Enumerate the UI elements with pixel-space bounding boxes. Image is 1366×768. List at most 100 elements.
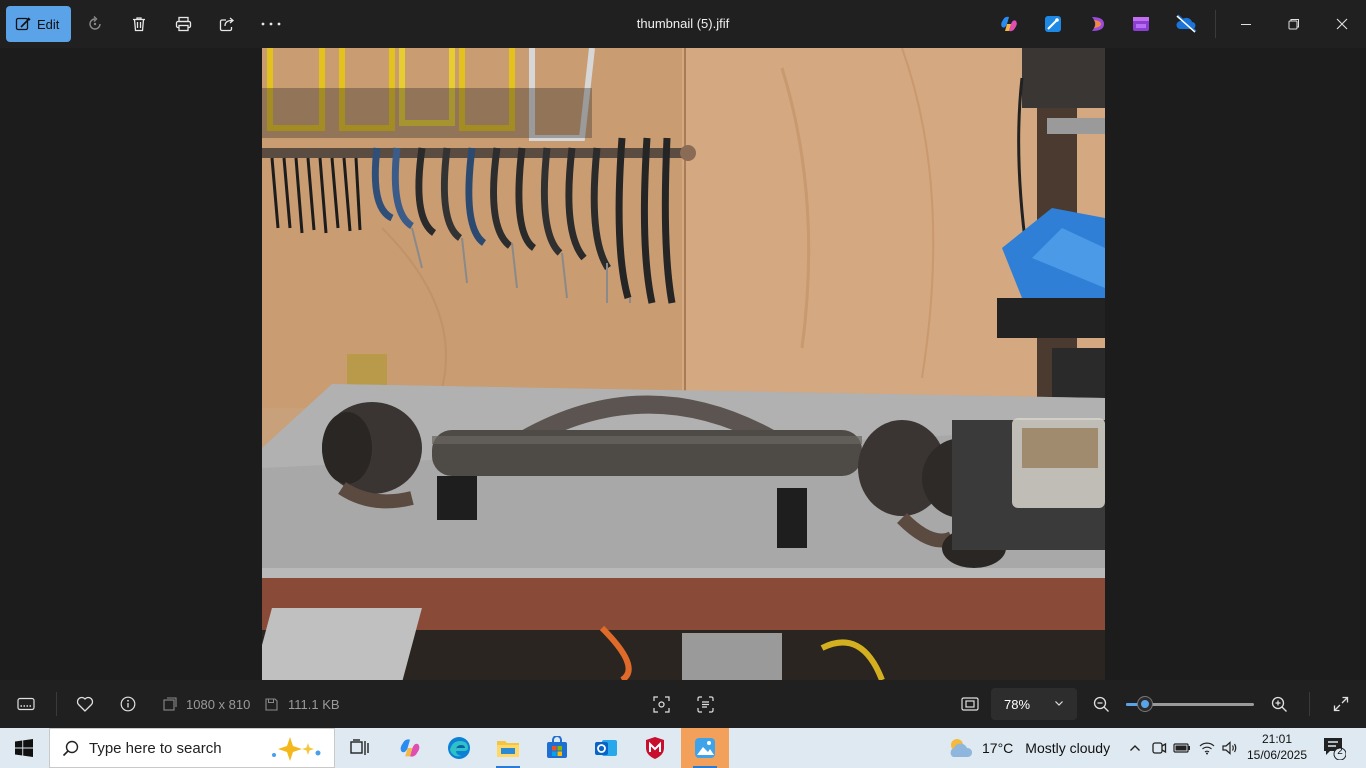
taskbar-copilot[interactable] bbox=[386, 728, 434, 768]
filesize-indicator bbox=[259, 692, 283, 716]
edit-image-icon bbox=[15, 17, 31, 31]
copilot-icon bbox=[1001, 16, 1017, 32]
camera-icon bbox=[1152, 742, 1167, 754]
close-button[interactable] bbox=[1327, 10, 1357, 38]
video-editor-app-icon[interactable] bbox=[1131, 14, 1151, 34]
zoom-in-icon bbox=[1271, 696, 1287, 712]
photos-app-icon bbox=[695, 738, 715, 758]
cloud-off-icon bbox=[1176, 14, 1197, 33]
clipchamp-icon bbox=[1092, 17, 1104, 31]
meet-now-tray[interactable] bbox=[1149, 738, 1169, 758]
favorite-button[interactable] bbox=[73, 692, 97, 716]
search-placeholder: Type here to search bbox=[89, 739, 222, 757]
weather-widget[interactable]: 17°C Mostly cloudy bbox=[946, 728, 1110, 768]
close-icon bbox=[1336, 18, 1348, 30]
save-disk-icon bbox=[264, 697, 278, 711]
outlook-mail-icon bbox=[595, 740, 617, 756]
actual-size-button[interactable] bbox=[958, 692, 982, 716]
volume-tray[interactable] bbox=[1220, 738, 1240, 758]
system-clock[interactable]: 21:01 15/06/2025 bbox=[1244, 731, 1310, 763]
taskbar-search-box[interactable]: Type here to search bbox=[49, 728, 335, 768]
top-toolbar: Edit thumbnail (5).jfif bbox=[0, 0, 1366, 48]
network-tray[interactable] bbox=[1197, 738, 1217, 758]
notification-center-button[interactable]: 2 bbox=[1322, 736, 1347, 761]
notification-count: 2 bbox=[1337, 746, 1343, 757]
taskbar-mcafee[interactable] bbox=[631, 728, 679, 768]
text-scan-button[interactable] bbox=[693, 692, 717, 716]
toolbar-divider bbox=[1215, 10, 1216, 38]
printer-icon bbox=[175, 16, 191, 32]
taskbar-microsoft-store[interactable] bbox=[533, 728, 581, 768]
share-icon bbox=[219, 17, 234, 32]
file-info-button[interactable] bbox=[116, 692, 140, 716]
search-icon bbox=[62, 740, 79, 756]
info-icon bbox=[120, 696, 136, 712]
delete-button[interactable] bbox=[123, 8, 155, 40]
fullscreen-button[interactable] bbox=[1329, 692, 1353, 716]
zoom-out-icon bbox=[1093, 696, 1109, 712]
restore-button[interactable] bbox=[1279, 10, 1309, 38]
resolution-indicator bbox=[158, 692, 182, 716]
store-bag-icon bbox=[547, 736, 567, 758]
partly-cloudy-icon bbox=[950, 739, 973, 757]
trash-icon bbox=[133, 17, 145, 32]
clock-date: 15/06/2025 bbox=[1246, 748, 1308, 762]
taskbar-file-explorer[interactable] bbox=[484, 728, 532, 768]
battery-charging-icon bbox=[1173, 743, 1190, 753]
taskbar-edge[interactable] bbox=[435, 728, 483, 768]
fit-to-window-icon bbox=[961, 697, 979, 711]
copilot-app-icon[interactable] bbox=[999, 14, 1019, 34]
expand-icon bbox=[1333, 696, 1349, 712]
scan-text-icon bbox=[696, 695, 714, 713]
zoom-slider-thumb[interactable] bbox=[1138, 697, 1153, 711]
window-title: thumbnail (5).jfif bbox=[636, 16, 730, 31]
displayed-photo bbox=[262, 48, 1105, 680]
speaker-volume-icon bbox=[1222, 741, 1237, 755]
film-icon bbox=[1133, 17, 1149, 31]
bottom-divider-right bbox=[1309, 692, 1310, 716]
image-viewer[interactable] bbox=[0, 48, 1366, 680]
weather-temperature: 17°C bbox=[982, 740, 1014, 756]
image-creator-icon bbox=[1045, 16, 1061, 32]
visual-search-icon bbox=[652, 695, 670, 713]
wifi-icon bbox=[1199, 742, 1215, 755]
chevron-down-icon bbox=[1055, 701, 1063, 706]
print-button[interactable] bbox=[167, 8, 199, 40]
mcafee-shield-icon bbox=[646, 737, 664, 759]
task-view-button[interactable] bbox=[336, 728, 384, 768]
minimize-icon bbox=[1241, 24, 1251, 25]
show-hidden-icons-button[interactable] bbox=[1125, 738, 1145, 758]
rotate-icon bbox=[89, 16, 101, 30]
copilot-icon bbox=[400, 739, 420, 757]
clipchamp-app-icon[interactable] bbox=[1088, 14, 1108, 34]
file-size: 111.1 KB bbox=[288, 697, 340, 712]
image-size-icon bbox=[163, 697, 177, 711]
visual-search-button[interactable] bbox=[649, 692, 673, 716]
filmstrip-icon bbox=[17, 697, 35, 711]
workshop-photo-illustration bbox=[262, 48, 1105, 680]
edit-button[interactable]: Edit bbox=[6, 6, 71, 42]
clock-time: 21:01 bbox=[1261, 732, 1293, 746]
edge-browser-icon bbox=[448, 737, 470, 759]
onedrive-status-icon[interactable] bbox=[1175, 14, 1197, 34]
zoom-level-select[interactable]: 78% bbox=[991, 688, 1077, 720]
taskbar-outlook[interactable] bbox=[582, 728, 630, 768]
task-view-icon bbox=[350, 739, 369, 755]
start-button[interactable] bbox=[0, 728, 48, 768]
edit-button-label: Edit bbox=[37, 16, 60, 32]
bottom-bar: 1080 x 810 111.1 KB 78% bbox=[0, 680, 1366, 728]
minimize-button[interactable] bbox=[1231, 10, 1261, 38]
image-dimensions: 1080 x 810 bbox=[186, 697, 251, 712]
designer-app-icon[interactable] bbox=[1043, 14, 1063, 34]
share-button[interactable] bbox=[211, 8, 243, 40]
filmstrip-button[interactable] bbox=[14, 692, 38, 716]
more-options-button[interactable] bbox=[255, 8, 287, 40]
weather-description: Mostly cloudy bbox=[1025, 740, 1111, 756]
zoom-out-button[interactable] bbox=[1089, 692, 1113, 716]
rotate-button[interactable] bbox=[79, 8, 111, 40]
zoom-in-button[interactable] bbox=[1267, 692, 1291, 716]
zoom-level-value: 78% bbox=[1004, 696, 1031, 712]
taskbar-photos[interactable] bbox=[681, 728, 729, 768]
battery-tray[interactable] bbox=[1172, 738, 1192, 758]
windows-logo-icon bbox=[15, 739, 33, 757]
